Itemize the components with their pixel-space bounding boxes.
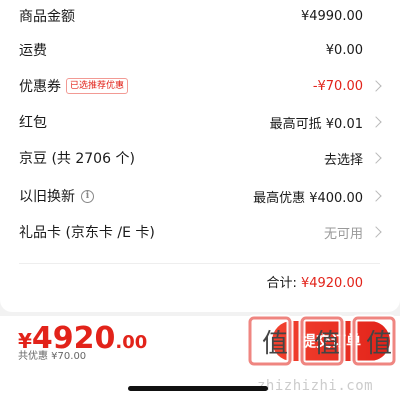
row-jd-beans[interactable]: 京豆 (共 2706 个) 去选择 [0, 146, 400, 170]
info-icon[interactable]: i [81, 189, 94, 203]
price-decimal: .00 [115, 332, 148, 353]
divider [19, 263, 380, 264]
row-coupon[interactable]: 优惠券 已选推荐优惠 -¥70.00 [0, 74, 400, 98]
red-packet-value: 最高可抵 ¥0.01 [269, 116, 363, 132]
total-label: 合计: [266, 276, 297, 291]
home-indicator [128, 386, 268, 391]
chevron-right-icon [370, 80, 382, 92]
chevron-right-icon [370, 152, 382, 164]
goods-amount-value: ¥4990.00 [300, 8, 363, 24]
order-total: 合计: ¥4920.00 [266, 272, 363, 291]
row-shipping: 运费 ¥0.00 [0, 38, 400, 62]
order-summary-card: 商品金额 ¥4990.00 运费 ¥0.00 优惠券 已选推荐优惠 -¥70.0… [0, 0, 400, 312]
coupon-value: -¥70.00 [312, 78, 363, 94]
jd-beans-value: 去选择 [323, 152, 363, 168]
chevron-right-icon [370, 190, 382, 202]
goods-amount-label: 商品金额 [19, 9, 75, 25]
total-amount: ¥4920.00 [300, 276, 363, 291]
watermark-url: zhizhizhi.com [257, 378, 374, 394]
trade-in-value: 最高优惠 ¥400.00 [253, 190, 363, 206]
total-saved-text: 共优惠 ¥70.00 [18, 351, 87, 362]
chevron-right-icon [370, 226, 382, 238]
watermark-logo: 值 值 值 [246, 314, 398, 368]
red-packet-label: 红包 [19, 115, 47, 131]
coupon-label: 优惠券 [19, 79, 61, 95]
chevron-right-icon [370, 116, 382, 128]
gift-card-value: 无可用 [323, 226, 363, 242]
watermark-brand-1: 值 [262, 329, 288, 359]
trade-in-label: 以旧换新 [19, 189, 75, 205]
row-red-packet[interactable]: 红包 最高可抵 ¥0.01 [0, 110, 400, 134]
jd-beans-label: 京豆 (共 2706 个) [19, 151, 135, 167]
shipping-label: 运费 [19, 43, 47, 59]
gift-card-label: 礼品卡 (京东卡 /E 卡) [19, 225, 155, 241]
coupon-badge: 已选推荐优惠 [66, 78, 129, 94]
watermark-brand-2: 值 [314, 329, 340, 359]
row-trade-in[interactable]: 以旧换新 i 最高优惠 ¥400.00 [0, 184, 400, 208]
watermark-brand-3: 值 [366, 329, 392, 359]
row-gift-card[interactable]: 礼品卡 (京东卡 /E 卡) 无可用 [0, 220, 400, 244]
shipping-value: ¥0.00 [325, 42, 363, 58]
row-goods-amount: 商品金额 ¥4990.00 [0, 4, 400, 28]
